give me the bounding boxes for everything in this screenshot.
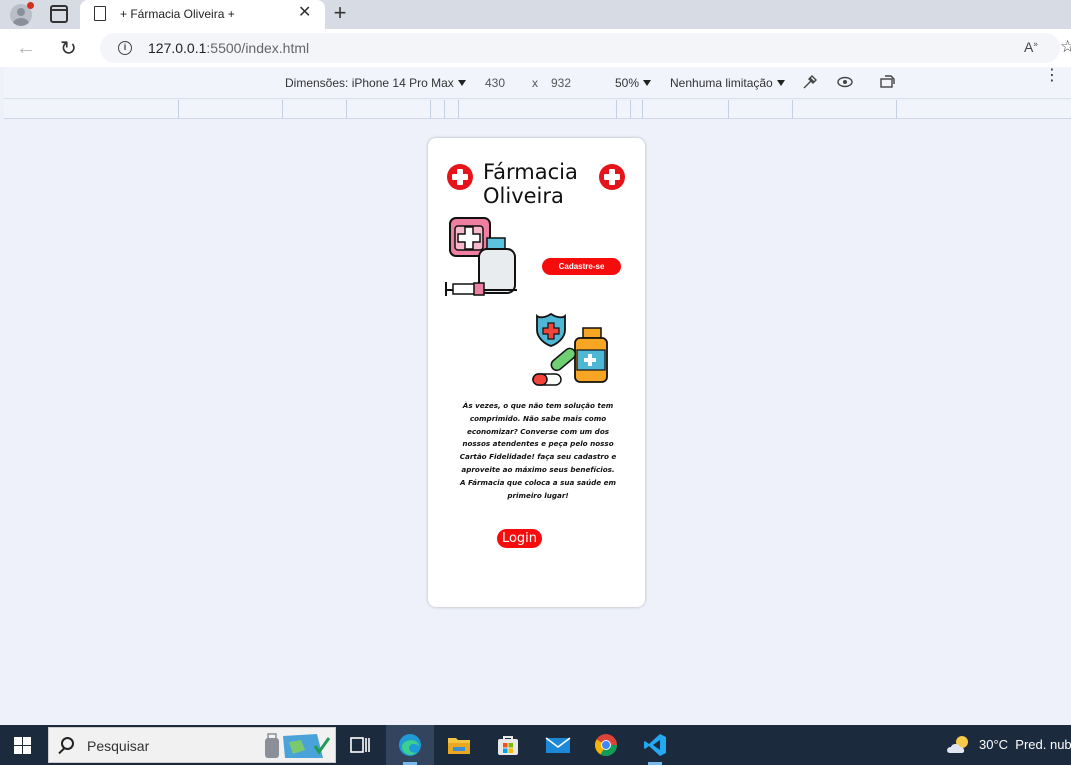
tab-title: + Fármacia Oliveira + [120, 7, 235, 21]
active-tab[interactable]: + Fármacia Oliveira + ✕ [80, 0, 325, 29]
device-dimensions-dropdown[interactable]: Dimensões: iPhone 14 Pro Max [285, 76, 466, 90]
windows-start-icon[interactable] [14, 737, 31, 754]
favorite-star-icon[interactable]: ☆ [1060, 37, 1071, 57]
back-arrow-icon[interactable]: ← [16, 37, 36, 60]
address-bar[interactable]: i 127.0.0.1:5500/index.html A» ☆ [100, 33, 1071, 63]
microsoft-store-icon[interactable] [496, 733, 520, 757]
url-text[interactable]: 127.0.0.1:5500/index.html [148, 40, 309, 56]
new-tab-icon[interactable]: + [330, 1, 350, 25]
brand-title: Fármacia Oliveira [483, 160, 603, 208]
throttling-dropdown[interactable]: Nenhuma limitação [670, 76, 785, 90]
profile-notification-dot [27, 2, 34, 9]
mail-icon[interactable] [545, 733, 571, 757]
reload-icon[interactable]: ↻ [60, 36, 77, 61]
taskbar-search[interactable]: Pesquisar [48, 727, 336, 763]
more-options-icon[interactable]: ⋮ [1044, 68, 1060, 84]
task-view-icon[interactable] [348, 733, 372, 757]
weather-icon[interactable] [946, 735, 972, 755]
device-viewport: Fármacia Oliveira Cadastre-se Às vezes, … [4, 120, 1071, 725]
red-cross-icon-right [599, 164, 625, 190]
tab-strip: + Fármacia Oliveira + ✕ + [0, 0, 1071, 29]
navigation-bar: ← ↻ i 127.0.0.1:5500/index.html A» ☆ [0, 29, 1071, 67]
chevron-down-icon [776, 80, 785, 86]
rotate-device-icon[interactable] [879, 74, 897, 94]
login-button[interactable]: Login [497, 529, 542, 548]
brand-line-1: Fármacia [483, 160, 578, 184]
medicine-kit-illustration [445, 217, 517, 296]
signup-button[interactable]: Cadastre-se [542, 258, 621, 275]
zoom-label: 50% [615, 76, 640, 90]
weather-description: Pred. nub [1015, 737, 1071, 752]
throttling-label: Nenhuma limitação [670, 76, 773, 90]
search-placeholder: Pesquisar [87, 738, 150, 754]
brand-line-2: Oliveira [483, 184, 564, 208]
pills-bottle-illustration [532, 312, 608, 386]
dimension-separator: x [532, 76, 538, 90]
media-query-ruler[interactable] [4, 100, 1071, 119]
red-cross-icon-left [447, 164, 473, 190]
url-host: 127.0.0.1 [148, 40, 207, 56]
chevron-down-icon [457, 80, 466, 86]
device-width-input[interactable]: 430 [485, 76, 505, 90]
device-dimensions-label: Dimensões: iPhone 14 Pro Max [285, 76, 454, 90]
chevron-down-icon [643, 80, 652, 86]
page-document-icon [94, 6, 106, 21]
device-height-input[interactable]: 932 [551, 76, 571, 90]
phone-screen: Fármacia Oliveira Cadastre-se Às vezes, … [428, 138, 645, 607]
read-aloud-icon[interactable]: A» [1024, 39, 1038, 55]
zoom-dropdown[interactable]: 50% [615, 76, 652, 90]
chrome-icon[interactable] [594, 733, 618, 757]
tab-close-icon[interactable]: ✕ [298, 4, 311, 22]
search-icon [61, 737, 74, 750]
dropper-icon[interactable] [802, 74, 818, 94]
site-info-icon[interactable]: i [118, 41, 132, 55]
promo-message: Às vezes, o que não tem solução tem comp… [459, 401, 617, 500]
search-highlight-icon [265, 733, 331, 758]
file-explorer-icon[interactable] [447, 733, 471, 757]
vscode-icon[interactable] [643, 733, 667, 757]
edge-browser-icon[interactable] [398, 733, 422, 757]
url-path: :5500/index.html [206, 40, 310, 56]
eye-icon[interactable] [836, 74, 854, 94]
windows-taskbar: Pesquisar 30°C Pred. nub [0, 725, 1071, 765]
weather-widget[interactable]: 30°C Pred. nub [979, 737, 1071, 752]
weather-temperature: 30°C [979, 737, 1009, 752]
tab-actions-icon[interactable] [50, 5, 68, 23]
device-toolbar: Dimensões: iPhone 14 Pro Max 430 x 932 5… [4, 67, 1071, 99]
